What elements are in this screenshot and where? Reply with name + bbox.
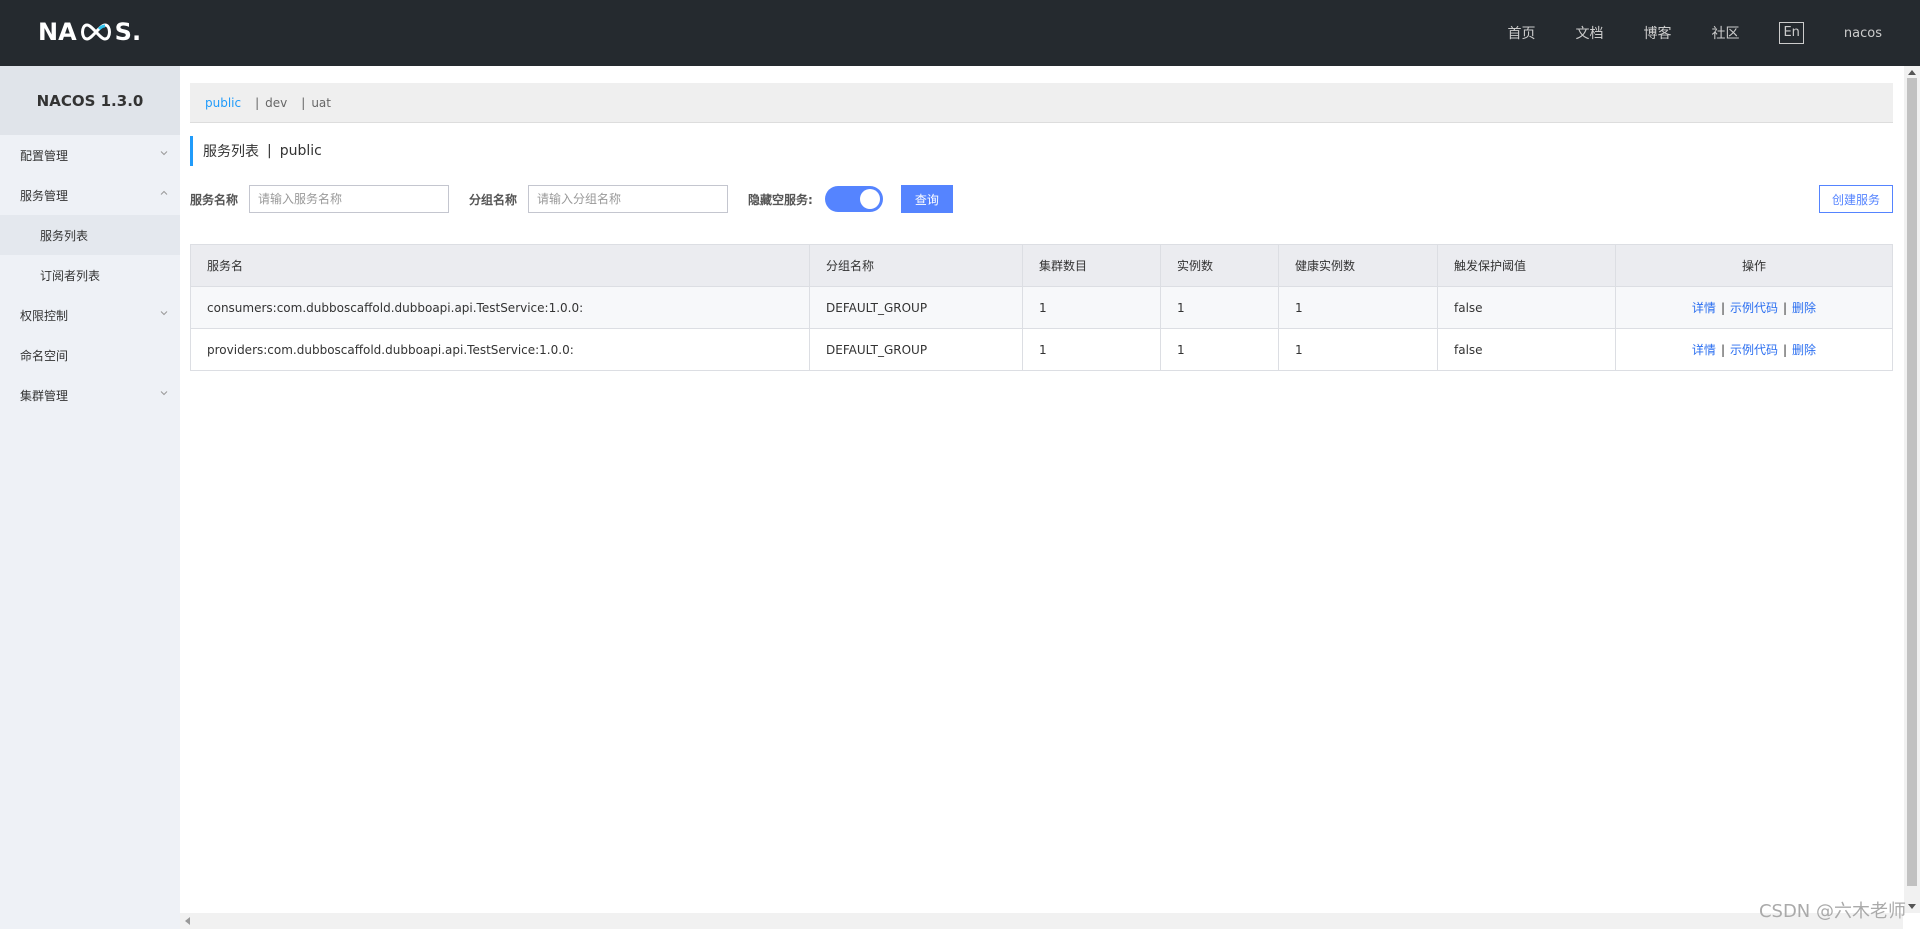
top-nav: 首页 文档 博客 社区 En nacos xyxy=(1467,0,1882,66)
sidebar-item-service-management[interactable]: 服务管理 xyxy=(0,175,180,215)
op-separator: | xyxy=(1783,301,1788,315)
column-header-cluster-count[interactable]: 集群数目 xyxy=(1022,244,1161,287)
op-separator: | xyxy=(1720,343,1725,357)
scroll-left-icon[interactable] xyxy=(185,917,190,925)
nav-docs[interactable]: 文档 xyxy=(1575,23,1603,43)
sidebar-item-label: 配置管理 xyxy=(20,148,69,163)
service-name-label: 服务名称 xyxy=(190,192,239,207)
group-name-input[interactable] xyxy=(528,185,729,213)
logo-infinity-icon xyxy=(78,22,114,42)
scroll-up-icon[interactable] xyxy=(1908,70,1916,75)
user-menu[interactable]: nacos xyxy=(1844,26,1882,41)
sidebar-item-config-management[interactable]: 配置管理 xyxy=(0,135,180,175)
cell-operations: 详情 | 示例代码 | 删除 xyxy=(1615,286,1893,329)
nacos-logo[interactable]: NA S. xyxy=(38,18,141,46)
horizontal-scrollbar[interactable] xyxy=(180,913,1903,929)
column-header-service-name[interactable]: 服务名 xyxy=(190,244,810,287)
cell-threshold: false xyxy=(1437,286,1616,329)
column-header-threshold[interactable]: 触发保护阈值 xyxy=(1437,244,1616,287)
query-button[interactable]: 查询 xyxy=(900,185,953,213)
cell-threshold: false xyxy=(1437,328,1616,371)
chevron-down-icon xyxy=(160,151,168,156)
filter-bar: 服务名称 分组名称 隐藏空服务: 查询 创建服务 xyxy=(190,184,1893,214)
toggle-knob xyxy=(859,189,880,209)
namespace-separator: | xyxy=(255,95,260,110)
sample-code-link[interactable]: 示例代码 xyxy=(1730,301,1778,315)
create-service-button[interactable]: 创建服务 xyxy=(1818,185,1893,213)
cell-cluster-count: 1 xyxy=(1022,328,1161,371)
cell-service-name: consumers:com.dubboscaffold.dubboapi.api… xyxy=(190,286,810,329)
column-header-group-name[interactable]: 分组名称 xyxy=(809,244,1023,287)
op-separator: | xyxy=(1720,301,1725,315)
vertical-scrollbar[interactable] xyxy=(1904,66,1920,913)
namespace-separator: | xyxy=(301,95,306,110)
sidebar-item-label: 服务管理 xyxy=(20,188,69,203)
logo-text-s: S. xyxy=(114,18,142,46)
main-content: public | dev | uat 服务列表 | public 服务名称 分组… xyxy=(180,66,1903,913)
service-name-input[interactable] xyxy=(249,185,450,213)
scrollbar-thumb[interactable] xyxy=(1907,78,1917,886)
hide-empty-toggle[interactable] xyxy=(824,186,883,212)
table-header-row: 服务名 分组名称 集群数目 实例数 健康实例数 触发保护阈值 操作 xyxy=(190,244,1893,287)
detail-link[interactable]: 详情 xyxy=(1692,301,1716,315)
page-title-divider: | xyxy=(267,143,272,159)
group-name-label: 分组名称 xyxy=(469,192,518,207)
sample-code-link[interactable]: 示例代码 xyxy=(1730,343,1778,357)
sidebar-item-label: 命名空间 xyxy=(20,348,69,363)
column-header-instance-count[interactable]: 实例数 xyxy=(1160,244,1279,287)
sidebar: NACOS 1.3.0 配置管理 服务管理 服务列表 订阅者列表 权限控制 命名… xyxy=(0,66,180,929)
nav-home[interactable]: 首页 xyxy=(1507,23,1535,43)
nav-community[interactable]: 社区 xyxy=(1711,23,1739,43)
cell-healthy-count: 1 xyxy=(1278,328,1438,371)
cell-healthy-count: 1 xyxy=(1278,286,1438,329)
delete-link[interactable]: 删除 xyxy=(1792,343,1816,357)
chevron-down-icon xyxy=(160,311,168,316)
top-bar: NA S. 首页 文档 博客 社区 En nacos xyxy=(0,0,1920,66)
watermark: CSDN @六木老师 xyxy=(1758,901,1906,922)
cell-instance-count: 1 xyxy=(1160,328,1279,371)
op-separator: | xyxy=(1783,343,1788,357)
logo-text-na: NA xyxy=(38,18,77,46)
nav-blog[interactable]: 博客 xyxy=(1643,23,1671,43)
column-header-operations: 操作 xyxy=(1615,244,1893,287)
scroll-down-icon[interactable] xyxy=(1908,904,1916,909)
cell-group-name: DEFAULT_GROUP xyxy=(809,286,1023,329)
sidebar-item-label: 订阅者列表 xyxy=(40,268,101,283)
cell-cluster-count: 1 xyxy=(1022,286,1161,329)
service-table: 服务名 分组名称 集群数目 实例数 健康实例数 触发保护阈值 操作 consum… xyxy=(190,244,1893,371)
namespace-public[interactable]: public xyxy=(205,96,241,110)
namespace-bar: public | dev | uat xyxy=(190,83,1893,123)
cell-operations: 详情 | 示例代码 | 删除 xyxy=(1615,328,1893,371)
hide-empty-label: 隐藏空服务: xyxy=(748,192,813,207)
cell-group-name: DEFAULT_GROUP xyxy=(809,328,1023,371)
version-label: NACOS 1.3.0 xyxy=(0,66,180,135)
column-header-healthy-count[interactable]: 健康实例数 xyxy=(1278,244,1438,287)
cell-instance-count: 1 xyxy=(1160,286,1279,329)
sidebar-item-namespace[interactable]: 命名空间 xyxy=(0,335,180,375)
detail-link[interactable]: 详情 xyxy=(1692,343,1716,357)
chevron-up-icon xyxy=(160,190,168,195)
cell-service-name: providers:com.dubboscaffold.dubboapi.api… xyxy=(190,328,810,371)
sidebar-item-cluster-management[interactable]: 集群管理 xyxy=(0,375,180,415)
page-title-label: 服务列表 xyxy=(203,144,259,160)
namespace-uat[interactable]: uat xyxy=(311,96,331,110)
delete-link[interactable]: 删除 xyxy=(1792,301,1816,315)
sidebar-item-access-control[interactable]: 权限控制 xyxy=(0,295,180,335)
page-title-namespace: public xyxy=(279,143,322,159)
page-title: 服务列表 | public xyxy=(190,136,322,166)
sidebar-item-service-list[interactable]: 服务列表 xyxy=(0,215,180,255)
table-row: consumers:com.dubboscaffold.dubboapi.api… xyxy=(190,286,1893,329)
sidebar-item-subscriber-list[interactable]: 订阅者列表 xyxy=(0,255,180,295)
sidebar-item-label: 权限控制 xyxy=(20,308,69,323)
sidebar-item-label: 服务列表 xyxy=(40,228,89,243)
chevron-down-icon xyxy=(160,391,168,396)
language-switch[interactable]: En xyxy=(1779,22,1804,44)
namespace-dev[interactable]: dev xyxy=(265,96,287,110)
table-row: providers:com.dubboscaffold.dubboapi.api… xyxy=(190,328,1893,371)
sidebar-item-label: 集群管理 xyxy=(20,388,69,403)
